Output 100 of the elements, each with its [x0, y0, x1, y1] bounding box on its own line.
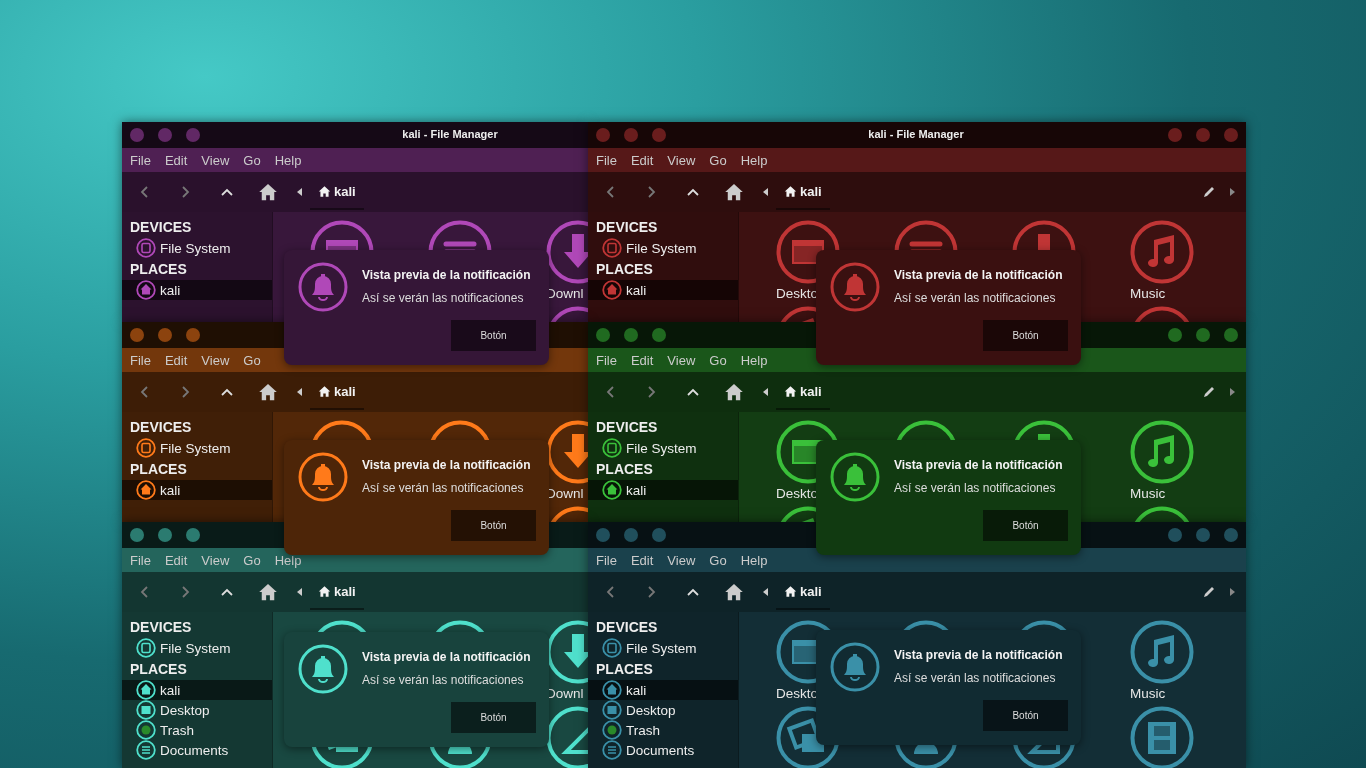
window-button[interactable]	[1196, 528, 1210, 542]
left-triangle-icon[interactable]	[296, 587, 304, 597]
menu-item[interactable]: Go	[235, 152, 267, 168]
window-button[interactable]	[1168, 328, 1182, 342]
window-button[interactable]	[596, 528, 610, 542]
left-triangle-icon[interactable]	[762, 587, 770, 597]
path-button[interactable]: kali	[310, 174, 364, 210]
menu-item[interactable]: View	[659, 352, 702, 368]
menu-item[interactable]: Help	[732, 352, 774, 368]
window-button[interactable]	[1196, 328, 1210, 342]
menu-item[interactable]: Edit	[622, 152, 660, 168]
sidebar-item[interactable]: File System	[122, 238, 272, 258]
window-button[interactable]	[186, 328, 200, 342]
menu-item[interactable]: Go	[701, 152, 733, 168]
menu-item[interactable]: View	[659, 152, 702, 168]
sidebar-item[interactable]: kali	[588, 480, 738, 500]
sidebar-item[interactable]: kali	[588, 280, 738, 300]
notification-button[interactable]: Botón	[451, 702, 536, 733]
left-triangle-icon[interactable]	[296, 187, 304, 197]
sidebar-item[interactable]: Desktop	[588, 700, 738, 720]
right-triangle-icon[interactable]	[1228, 187, 1236, 197]
sidebar-item[interactable]: kali	[122, 680, 272, 700]
notification-button[interactable]: Botón	[983, 320, 1068, 351]
sidebar-item[interactable]: File System	[122, 638, 272, 658]
notification-button[interactable]: Botón	[983, 700, 1068, 731]
right-triangle-icon[interactable]	[1228, 387, 1236, 397]
sidebar-label: Desktop	[160, 702, 210, 718]
window-button[interactable]	[652, 528, 666, 542]
pencil-icon[interactable]	[1202, 585, 1216, 599]
window-button[interactable]	[1168, 528, 1182, 542]
sidebar-item[interactable]: Desktop	[122, 700, 272, 720]
path-button[interactable]: kali	[776, 174, 830, 210]
left-triangle-icon[interactable]	[762, 187, 770, 197]
window-button[interactable]	[652, 328, 666, 342]
disk-icon	[136, 438, 156, 458]
menu-item[interactable]: View	[193, 352, 236, 368]
notification-button[interactable]: Botón	[983, 510, 1068, 541]
menu-item[interactable]: Edit	[156, 152, 194, 168]
window-button[interactable]	[130, 328, 144, 342]
sidebar-item[interactable]: Documents	[588, 740, 738, 760]
right-triangle-icon[interactable]	[1228, 587, 1236, 597]
menu-item[interactable]: File	[588, 352, 623, 368]
path-button[interactable]: kali	[310, 374, 364, 410]
file-label: Music	[1130, 486, 1166, 502]
menu-item[interactable]: Go	[235, 352, 267, 368]
path-button[interactable]: kali	[776, 374, 830, 410]
window-button[interactable]	[624, 328, 638, 342]
sidebar-item[interactable]: Documents	[122, 740, 272, 760]
sidebar-item[interactable]: Trash	[588, 720, 738, 740]
home-icon	[724, 382, 744, 402]
music-note-icon[interactable]	[1130, 420, 1194, 484]
menu-item[interactable]: File	[588, 552, 623, 568]
pencil-icon[interactable]	[1202, 185, 1216, 199]
music-note-icon[interactable]	[1130, 620, 1194, 684]
sidebar-item[interactable]: Trash	[122, 720, 272, 740]
window-button[interactable]	[158, 328, 172, 342]
notification-button[interactable]: Botón	[451, 320, 536, 351]
left-triangle-icon[interactable]	[296, 387, 304, 397]
window-button[interactable]	[624, 528, 638, 542]
notification-title: Vista previa de la notificación	[362, 268, 532, 282]
sidebar-item[interactable]: File System	[588, 438, 738, 458]
window-button[interactable]	[1224, 328, 1238, 342]
menu-item[interactable]: View	[659, 552, 702, 568]
sidebar-item[interactable]: kali	[122, 480, 272, 500]
sidebar-item[interactable]: kali	[588, 680, 738, 700]
sidebar-label: kali	[160, 282, 181, 298]
window-button[interactable]	[186, 528, 200, 542]
menu-item[interactable]: Edit	[156, 352, 194, 368]
menu-item[interactable]: Go	[701, 552, 733, 568]
window-button[interactable]	[158, 528, 172, 542]
menu-item[interactable]: File	[122, 552, 157, 568]
notification-button[interactable]: Botón	[451, 510, 536, 541]
menu-item[interactable]: Edit	[622, 352, 660, 368]
window-button[interactable]	[596, 328, 610, 342]
menu-item[interactable]: Help	[732, 552, 774, 568]
menu-item[interactable]: Help	[732, 152, 774, 168]
sidebar-item[interactable]: File System	[588, 238, 738, 258]
window-button[interactable]	[130, 528, 144, 542]
window-button[interactable]	[1224, 528, 1238, 542]
menu-item[interactable]: View	[193, 552, 236, 568]
film-icon[interactable]	[1130, 706, 1194, 768]
menu-item[interactable]: Edit	[622, 552, 660, 568]
menu-item[interactable]: File	[122, 152, 157, 168]
sidebar-item[interactable]: File System	[588, 638, 738, 658]
menu-item[interactable]: View	[193, 152, 236, 168]
pencil-icon[interactable]	[1202, 385, 1216, 399]
path-button[interactable]: kali	[310, 574, 364, 610]
path-button[interactable]: kali	[776, 574, 830, 610]
sidebar-item[interactable]: kali	[122, 280, 272, 300]
menu-item[interactable]: Edit	[156, 552, 194, 568]
menu-item[interactable]: Go	[701, 352, 733, 368]
home-icon	[784, 584, 797, 598]
menu-item[interactable]: Help	[266, 152, 308, 168]
menu-item[interactable]: File	[588, 152, 623, 168]
menu-item[interactable]: Help	[266, 552, 308, 568]
menu-item[interactable]: Go	[235, 552, 267, 568]
sidebar-item[interactable]: File System	[122, 438, 272, 458]
left-triangle-icon[interactable]	[762, 387, 770, 397]
music-note-icon[interactable]	[1130, 220, 1194, 284]
menu-item[interactable]: File	[122, 352, 157, 368]
